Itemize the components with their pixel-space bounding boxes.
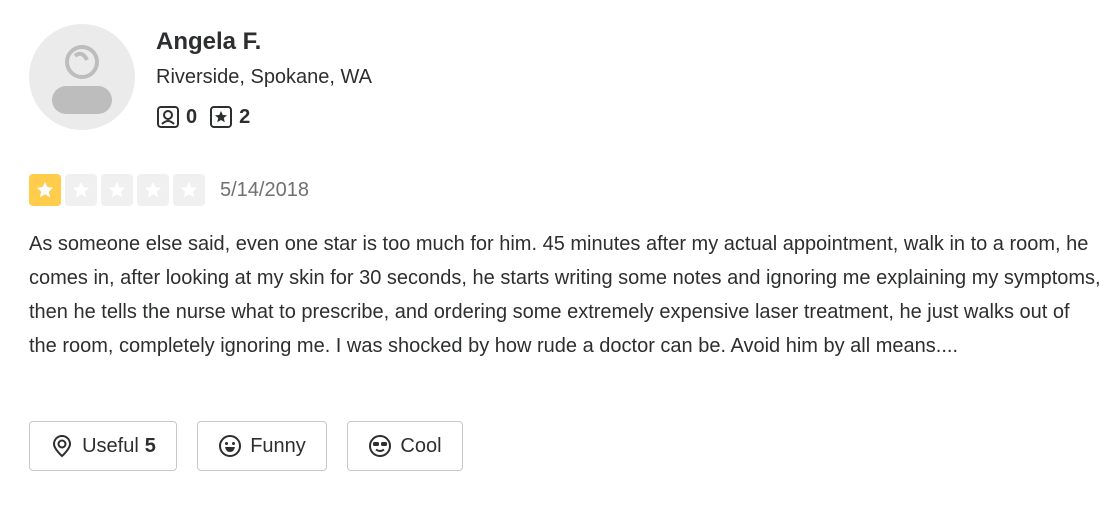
sunglasses-face-icon — [369, 435, 392, 457]
review-date: 5/14/2018 — [220, 178, 309, 201]
reaction-buttons: Useful 5 Funny Cool — [29, 421, 483, 471]
cool-button[interactable]: Cool — [347, 421, 463, 471]
user-stats: 0 2 — [156, 104, 262, 130]
user-name[interactable]: Angela F. — [156, 27, 261, 57]
reviews-stat: 2 — [209, 105, 250, 129]
funny-button[interactable]: Funny — [197, 421, 327, 471]
friends-stat: 0 — [156, 105, 197, 129]
star-icon — [65, 174, 97, 206]
lightbulb-icon — [53, 434, 72, 458]
review-text: As someone else said, even one star is t… — [29, 233, 1101, 357]
laughing-face-icon — [219, 435, 242, 457]
review-star-icon — [210, 106, 233, 128]
avatar[interactable] — [29, 24, 135, 130]
funny-label: Funny — [250, 434, 306, 457]
rating-row: 5/14/2018 — [29, 173, 309, 207]
reviews-count: 2 — [239, 105, 251, 128]
friends-icon — [157, 106, 179, 128]
friends-count: 0 — [186, 105, 198, 128]
useful-button[interactable]: Useful 5 — [29, 421, 177, 471]
star-rating — [29, 174, 209, 206]
star-icon — [29, 174, 61, 206]
star-icon — [173, 174, 205, 206]
useful-count: 5 — [144, 434, 156, 457]
cool-label: Cool — [400, 434, 442, 457]
star-icon — [137, 174, 169, 206]
useful-label: Useful — [82, 434, 139, 457]
default-user-icon — [52, 45, 112, 114]
user-location: Riverside, Spokane, WA — [156, 66, 373, 88]
star-icon — [101, 174, 133, 206]
